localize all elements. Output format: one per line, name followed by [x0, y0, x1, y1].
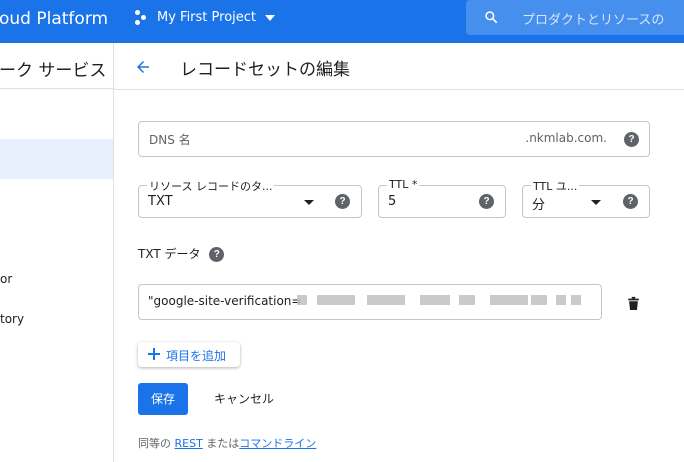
nav-item-selected[interactable]: [0, 139, 113, 179]
record-type-label: リソース レコードのタ...: [147, 178, 275, 194]
ttl-unit-label: TTL ユ...: [531, 178, 580, 194]
page-title: レコードセットの編集: [180, 60, 350, 80]
rest-link[interactable]: REST: [175, 437, 203, 450]
ttl-value: 5: [388, 194, 397, 209]
nav-divider: [0, 88, 113, 89]
redacted-text: [556, 295, 566, 305]
delete-icon[interactable]: [627, 296, 640, 310]
dns-name-field[interactable]: DNS 名 .nkmlab.com. ?: [138, 121, 650, 157]
save-button[interactable]: 保存: [138, 383, 188, 415]
redacted-text: [531, 295, 547, 305]
equivalent-links: 同等の REST またはコマンドライン: [138, 435, 316, 451]
ttl-unit-value: 分: [532, 198, 546, 213]
txt-data-value: "google-site-verification=: [148, 294, 302, 308]
top-app-bar: oud Platform My First Project プロダクトとリソース…: [0, 0, 684, 43]
dns-suffix: .nkmlab.com.: [525, 131, 607, 145]
add-item-button[interactable]: 項目を追加: [138, 342, 240, 367]
back-arrow-icon[interactable]: [134, 58, 152, 76]
cancel-button[interactable]: キャンセル: [205, 383, 283, 415]
redacted-text: [367, 295, 405, 305]
ttl-label: TTL *: [387, 178, 420, 191]
project-selector[interactable]: My First Project: [135, 10, 276, 25]
help-icon[interactable]: ?: [335, 194, 350, 209]
ttl-input[interactable]: TTL * 5 ?: [378, 178, 506, 218]
left-navigation: ーク サービス or tory: [0, 43, 114, 462]
txt-data-label: TXT データ: [138, 247, 201, 261]
nav-item[interactable]: tory: [0, 312, 24, 326]
chevron-down-icon: [265, 14, 276, 21]
txt-data-input[interactable]: "google-site-verification=: [138, 284, 602, 320]
footer-prefix: 同等の: [138, 437, 171, 450]
dns-name-label: DNS 名: [149, 133, 191, 147]
project-icon: [135, 10, 150, 25]
ttl-unit-select[interactable]: TTL ユ... 分 ?: [522, 178, 650, 218]
nav-title: ーク サービス: [0, 61, 107, 81]
redacted-text: [317, 295, 355, 305]
brand-title: oud Platform: [0, 9, 109, 29]
search-input[interactable]: プロダクトとリソースの: [522, 9, 664, 28]
command-line-link[interactable]: コマンドライン: [239, 437, 316, 450]
footer-middle: または: [206, 437, 240, 450]
txt-data-section: TXT データ ?: [138, 245, 225, 262]
search-icon: [485, 11, 498, 24]
redacted-text: [420, 295, 450, 305]
dropdown-arrow-icon: [591, 200, 601, 205]
nav-item[interactable]: or: [0, 272, 12, 286]
record-type-value: TXT: [148, 194, 173, 209]
redacted-text: [490, 295, 528, 305]
project-name: My First Project: [157, 10, 257, 25]
help-icon[interactable]: ?: [623, 194, 638, 209]
plus-icon: [148, 348, 160, 360]
redacted-text: [571, 295, 581, 305]
search-bar[interactable]: プロダクトとリソースの: [466, 0, 684, 35]
redacted-text: [297, 295, 307, 305]
help-icon[interactable]: ?: [209, 247, 225, 262]
dropdown-arrow-icon: [304, 200, 314, 205]
help-icon[interactable]: ?: [479, 194, 494, 209]
record-type-select[interactable]: リソース レコードのタ... TXT ?: [138, 178, 362, 218]
page-header: レコードセットの編集: [114, 43, 684, 90]
help-icon[interactable]: ?: [624, 132, 639, 147]
redacted-text: [459, 295, 475, 305]
add-item-label: 項目を追加: [166, 349, 227, 363]
